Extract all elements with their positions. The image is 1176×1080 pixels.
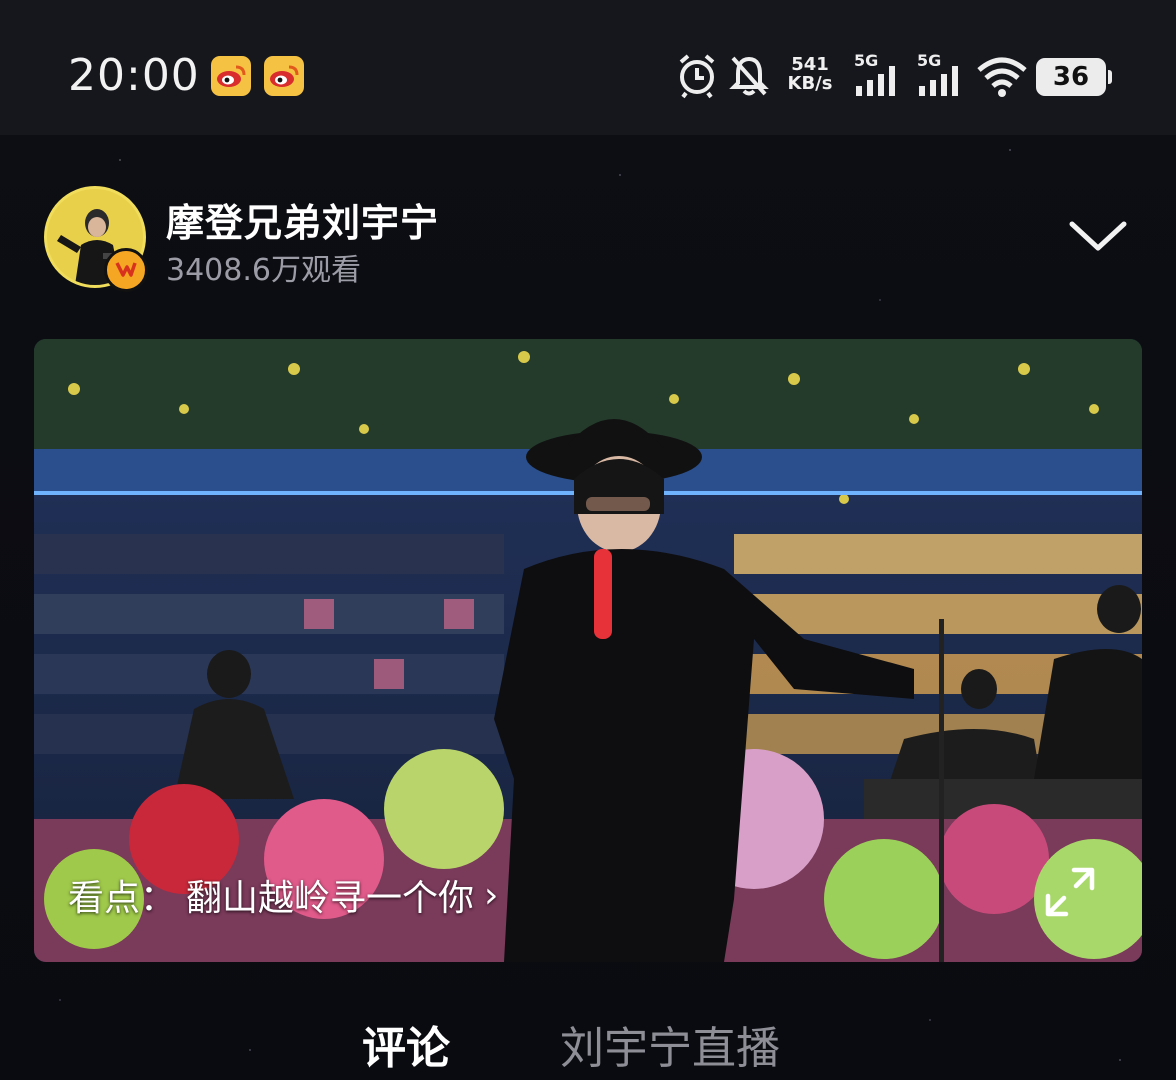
- status-bar: 20:00 541 KB/s 5G 5G 36: [0, 0, 1176, 135]
- clock: 20:00: [68, 50, 200, 101]
- weibo-icon: [211, 56, 251, 96]
- wifi-icon: [975, 50, 1029, 100]
- mute-bell-icon: [727, 50, 771, 100]
- fullscreen-icon[interactable]: [1040, 862, 1100, 922]
- video-highlight[interactable]: 看点： 翻山越岭寻一个你 ›: [68, 872, 499, 920]
- alarm-icon: [675, 50, 719, 100]
- tab-bar: 评论 刘宇宁直播: [0, 1000, 1176, 1080]
- tab-comments[interactable]: 评论: [362, 1012, 450, 1076]
- signal-icon: 5G: [852, 50, 904, 100]
- net-speed-value: 541: [791, 54, 829, 75]
- network-speed: 541 KB/s: [785, 55, 835, 105]
- signal-icon: 5G: [915, 50, 967, 100]
- highlight-title: 翻山越岭寻一个你: [186, 878, 475, 919]
- signal-label: 5G: [854, 51, 878, 70]
- signal-label: 5G: [917, 51, 941, 70]
- net-speed-unit: KB/s: [787, 73, 833, 94]
- verified-badge-icon: [104, 248, 148, 292]
- battery-icon: 36: [1036, 58, 1112, 96]
- view-count: 3408.6万观看: [166, 253, 361, 288]
- highlight-label: 看点：: [68, 878, 177, 919]
- tab-live[interactable]: 刘宇宁直播: [560, 1012, 780, 1076]
- weibo-icon: [264, 56, 304, 96]
- channel-name[interactable]: 摩登兄弟刘宇宁: [166, 192, 439, 247]
- battery-level: 36: [1052, 62, 1090, 92]
- chevron-right-icon: ›: [484, 874, 499, 916]
- chevron-down-icon[interactable]: [1062, 206, 1134, 266]
